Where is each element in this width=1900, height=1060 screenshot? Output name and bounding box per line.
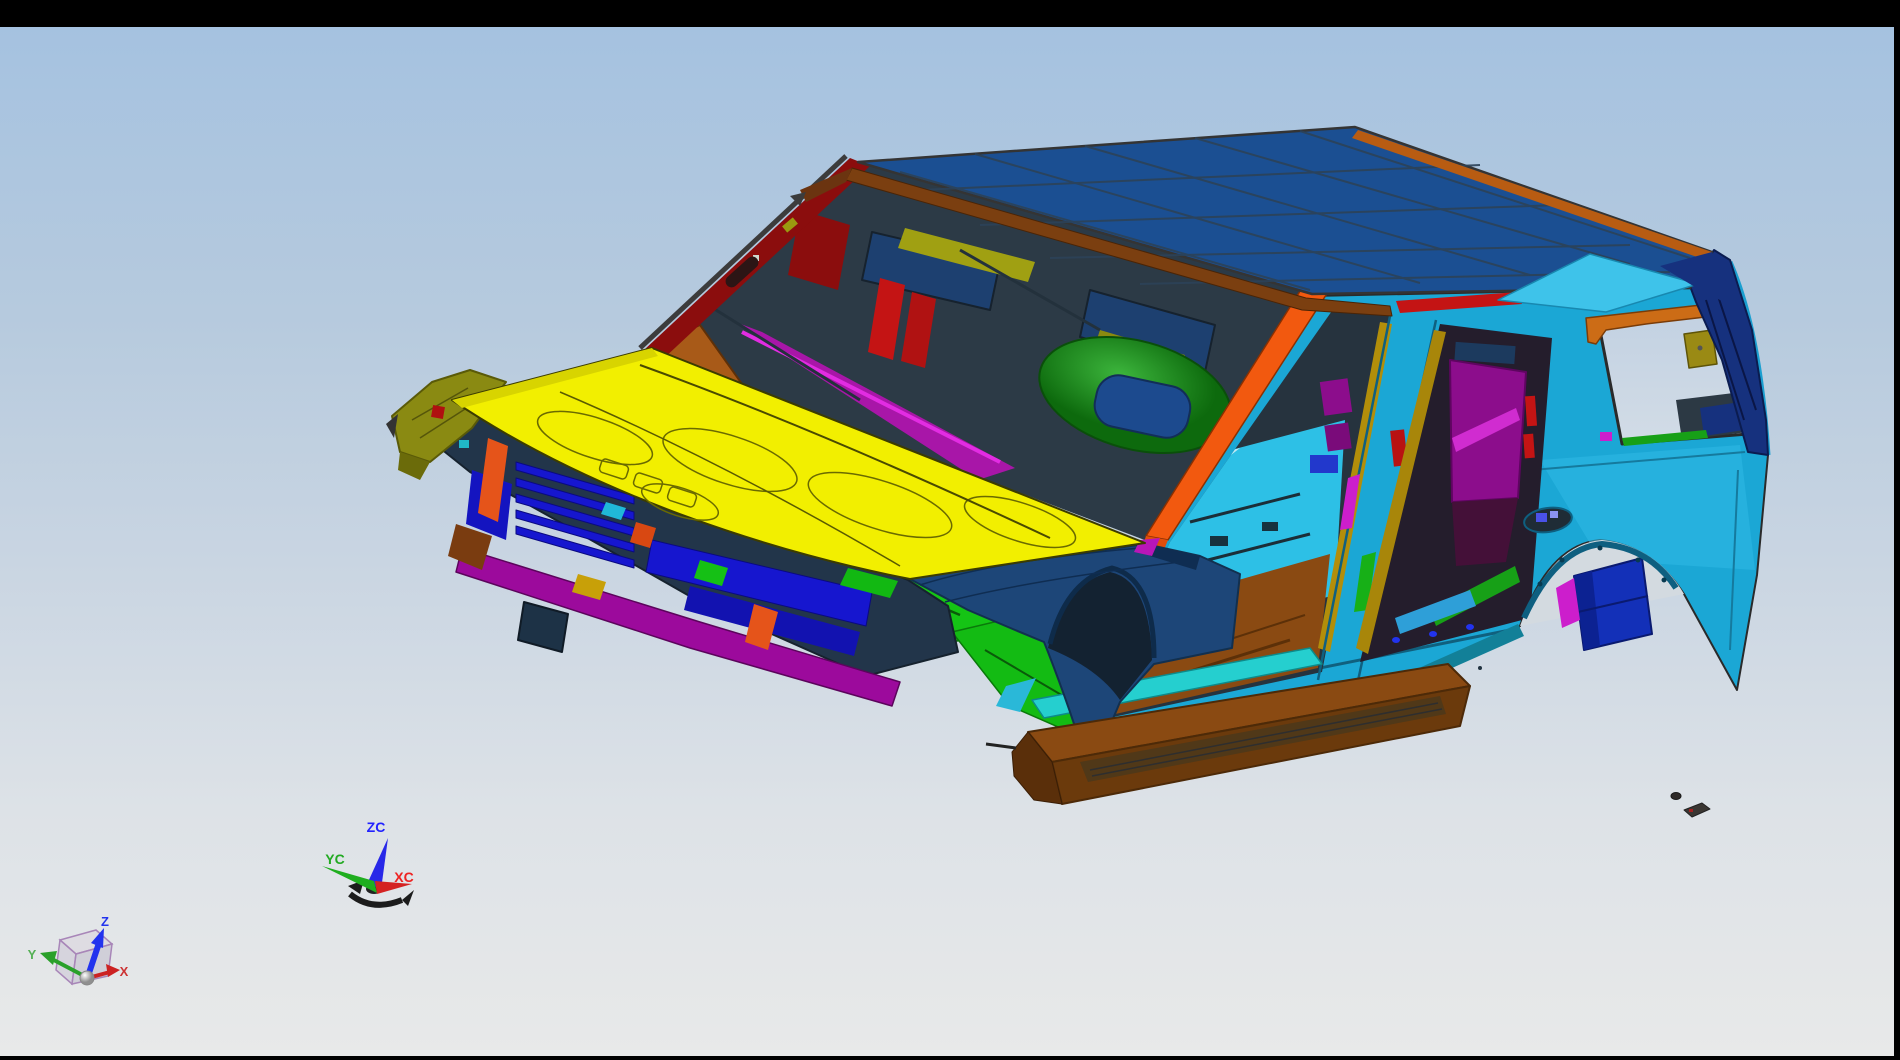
view-x-label: X bbox=[120, 964, 129, 979]
dash-side-purple[interactable] bbox=[1324, 422, 1351, 451]
handle-blue-glint bbox=[1550, 511, 1558, 518]
debris-parts[interactable] bbox=[1671, 793, 1710, 818]
view-x-arrowhead bbox=[106, 964, 120, 977]
wcs-rotate-arrow[interactable] bbox=[402, 890, 414, 906]
handle-blue-glint bbox=[1536, 513, 1547, 522]
wcs-triad[interactable]: ZC YC XC bbox=[322, 819, 414, 906]
wcs-rotate-handle[interactable] bbox=[350, 894, 402, 905]
view-z-label: Z bbox=[101, 914, 109, 929]
dash-side-purple[interactable] bbox=[1320, 378, 1352, 416]
red-sliver bbox=[1523, 434, 1535, 459]
graphics-scene: ZC YC XC Z Y X bbox=[0, 0, 1900, 1060]
board-rod bbox=[986, 744, 1016, 748]
wcs-y-label: YC bbox=[325, 851, 344, 867]
dash-blue-part[interactable] bbox=[1310, 455, 1338, 473]
front-step-bracket[interactable] bbox=[518, 602, 568, 652]
view-y-arrowhead bbox=[40, 951, 57, 965]
wcs-x-label: XC bbox=[394, 869, 413, 885]
view-orientation-triad[interactable]: Z Y X bbox=[28, 914, 129, 985]
red-sliver bbox=[1525, 396, 1537, 427]
application-window: ZC YC XC Z Y X bbox=[0, 0, 1900, 1060]
seat-bracket bbox=[1210, 536, 1228, 546]
fender-teal-bit bbox=[459, 440, 469, 448]
window-magenta-bit bbox=[1600, 432, 1612, 441]
wcs-z-label: ZC bbox=[367, 819, 386, 835]
bolt-hole bbox=[1698, 346, 1703, 351]
seat-bracket bbox=[1262, 522, 1278, 531]
fender-red-bit bbox=[431, 405, 445, 419]
car-body-model[interactable] bbox=[386, 127, 1768, 817]
view-origin-ball[interactable] bbox=[80, 971, 94, 985]
view-y-label: Y bbox=[28, 947, 37, 962]
